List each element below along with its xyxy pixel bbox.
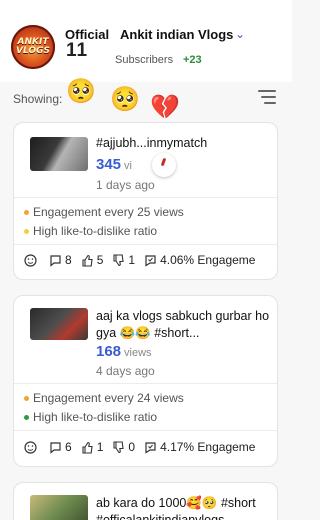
engagement-stat[interactable]: 4.17% Engageme	[144, 440, 255, 454]
view-count-value: 345	[96, 156, 122, 173]
engagement-icon	[145, 254, 156, 267]
sentiment-icon	[24, 253, 37, 267]
insight-item: High like-to-dislike ratio	[24, 224, 157, 238]
insight-item: Engagement every 24 views	[24, 391, 184, 405]
engagement-rate: 4.17% Engageme	[160, 440, 256, 454]
status-dot	[24, 209, 29, 215]
status-dot	[24, 228, 29, 234]
likes-stat[interactable]: 1	[81, 440, 104, 454]
subscribers-delta: +23	[183, 54, 202, 66]
view-count: 345 vi	[96, 156, 132, 173]
divider	[14, 197, 277, 198]
engagement-icon	[145, 441, 156, 454]
engagement-stat[interactable]: 4.06% Engageme	[144, 253, 255, 267]
broken-heart-emoji: 💔	[150, 94, 180, 121]
likes-count: 5	[96, 253, 104, 267]
upload-age: 4 days ago	[96, 364, 155, 378]
logo-text-line2: VLOGS	[16, 46, 50, 56]
subscribers-label: Subscribers	[115, 54, 174, 66]
likes-count: 1	[96, 440, 104, 454]
stats-row: 6 1 0 4.17% Engageme	[24, 440, 264, 454]
video-thumbnail[interactable]	[30, 308, 88, 340]
comments-count: 6	[65, 440, 72, 454]
status-dot	[24, 395, 29, 401]
channel-header: ANKIT VLOGS Official Ankit indian Vlogs …	[0, 0, 292, 82]
comments-stat[interactable]: 6	[49, 440, 72, 454]
comments-stat[interactable]: 8	[49, 253, 72, 267]
video-title[interactable]: #ajjubh...inmymatch	[96, 135, 276, 152]
channel-name[interactable]: Ankit indian Vlogs	[120, 27, 233, 42]
sentiment-icon	[24, 440, 37, 454]
insight-text: High like-to-dislike ratio	[33, 410, 158, 424]
subscriber-count-partial: 11	[66, 40, 89, 61]
thumbs-up-icon	[82, 441, 93, 454]
sentiment-stat[interactable]	[24, 440, 40, 454]
dislikes-count: 1	[128, 253, 136, 267]
video-thumbnail[interactable]	[30, 137, 88, 171]
view-count-value: 168	[96, 343, 122, 360]
pleading-face-emoji: 🥺	[66, 78, 96, 105]
comment-icon	[50, 441, 61, 454]
likes-stat[interactable]: 5	[81, 253, 104, 267]
insight-item: High like-to-dislike ratio	[24, 410, 157, 424]
divider	[14, 383, 277, 384]
video-card[interactable]: ab kara do 1000🥰🥺 #short #officalankitin…	[13, 482, 278, 520]
thumbs-up-icon	[82, 254, 93, 267]
dislikes-stat[interactable]: 0	[112, 440, 135, 454]
chevron-down-icon[interactable]: ⌄	[235, 27, 245, 41]
comments-count: 8	[65, 253, 72, 267]
insight-item: Engagement every 25 views	[24, 205, 184, 219]
insight-text: Engagement every 25 views	[33, 205, 184, 219]
filter-menu-icon[interactable]	[258, 90, 276, 104]
divider	[14, 430, 277, 431]
video-title[interactable]: aaj ka vlogs sabkuch gurbar ho gya 😂😂 #s…	[96, 308, 276, 342]
video-thumbnail[interactable]	[30, 495, 88, 520]
view-count: 168 views	[96, 343, 152, 360]
video-card[interactable]: #ajjubh...inmymatch 345 vi 1 days ago Eng…	[13, 122, 278, 280]
insight-text: Engagement every 24 views	[33, 391, 184, 405]
loading-spinner	[152, 153, 176, 177]
showing-label: Showing:	[13, 92, 63, 106]
views-label: vi	[124, 160, 132, 172]
views-label: views	[124, 347, 152, 359]
dislikes-count: 0	[128, 440, 136, 454]
video-title[interactable]: ab kara do 1000🥰🥺 #short #officalankitin…	[96, 495, 276, 520]
dislikes-stat[interactable]: 1	[112, 253, 135, 267]
channel-logo[interactable]: ANKIT VLOGS	[11, 25, 55, 69]
engagement-rate: 4.06% Engageme	[160, 253, 256, 267]
upload-age: 1 days ago	[96, 178, 155, 192]
divider	[14, 244, 277, 245]
insight-text: High like-to-dislike ratio	[33, 224, 158, 238]
pleading-face-emoji: 🥺	[110, 86, 140, 113]
video-card[interactable]: aaj ka vlogs sabkuch gurbar ho gya 😂😂 #s…	[13, 295, 278, 467]
status-dot	[24, 414, 29, 420]
sentiment-stat[interactable]	[24, 253, 40, 267]
thumbs-down-icon	[113, 440, 124, 453]
thumbs-down-icon	[113, 253, 124, 266]
stats-row: 8 5 1 4.06% Engageme	[24, 253, 264, 267]
comment-icon	[50, 254, 61, 267]
